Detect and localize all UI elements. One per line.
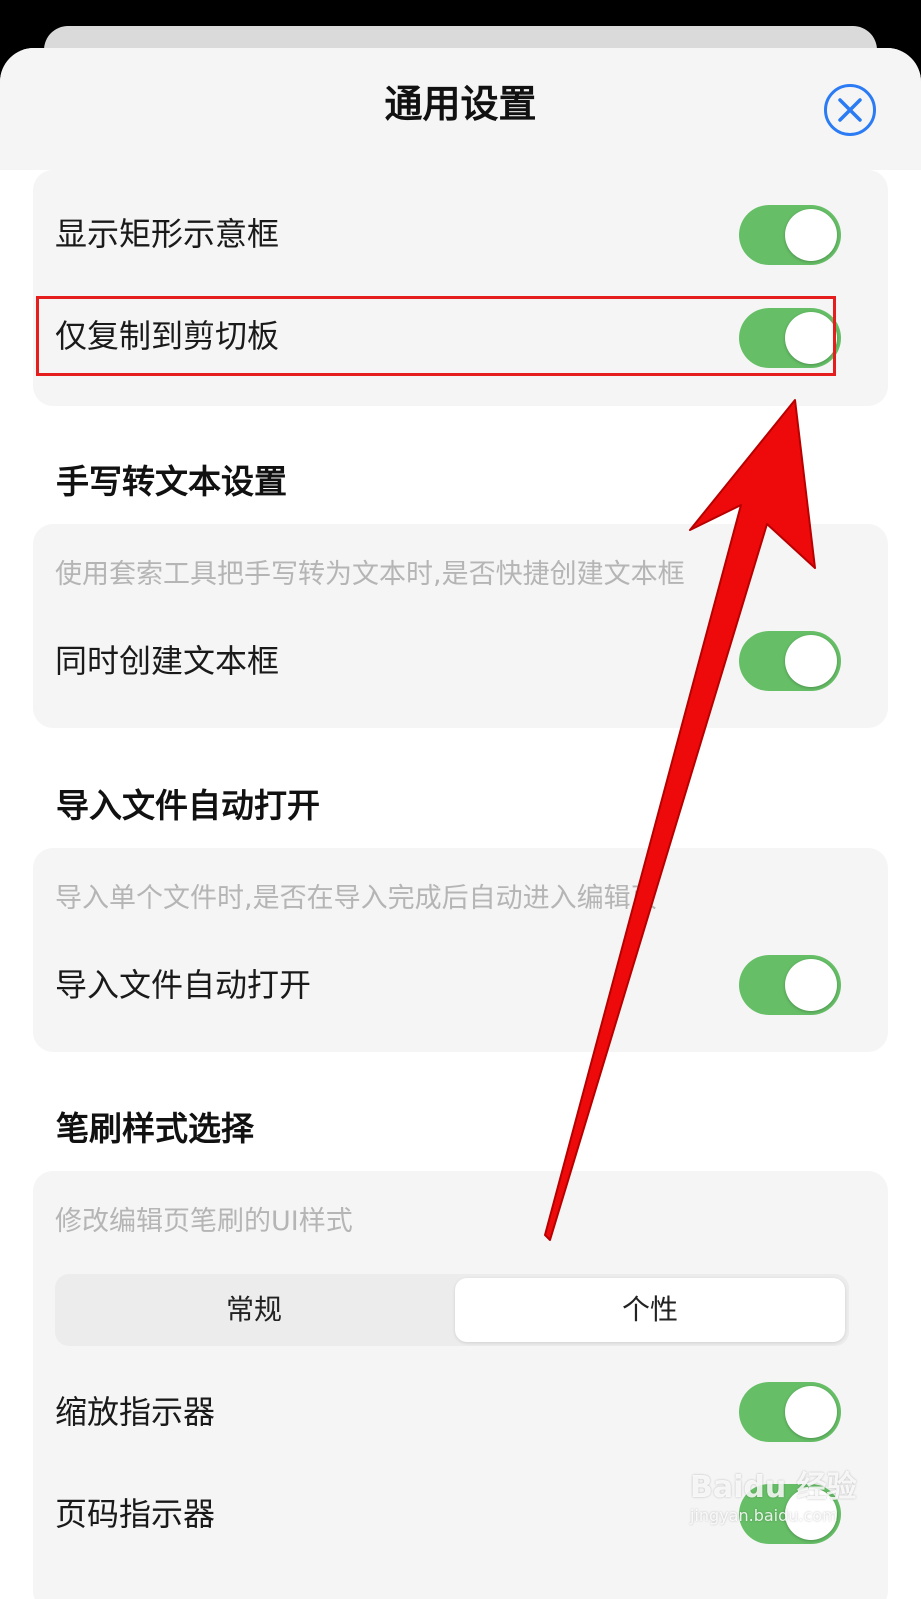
watermark-text: Baidu 经验 <box>690 1470 857 1505</box>
baidu-watermark: Baidu 经验 jingyan.baidu.com <box>690 1470 890 1550</box>
annotation-arrow <box>544 399 816 1241</box>
watermark-url: jingyan.baidu.com <box>690 1506 838 1525</box>
